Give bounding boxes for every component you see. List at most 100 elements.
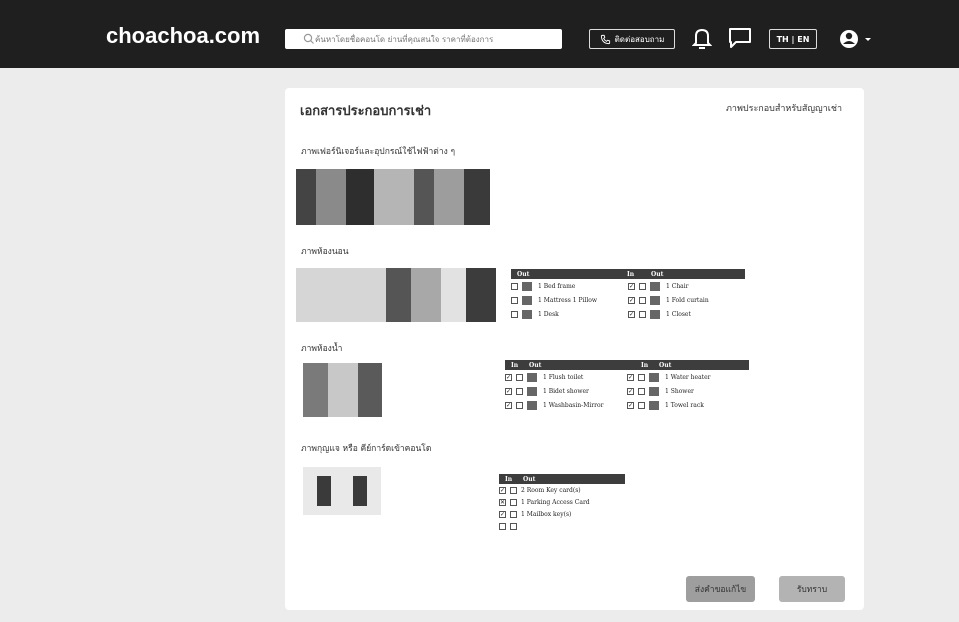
checkbox-out[interactable] [510,522,517,530]
keys-checklist: In Out ✓ 2 Room Key card(s) ✕ 1 Parking Ac… [499,474,625,536]
checkbox-in[interactable]: ✓ [627,373,634,381]
checklist-header-out: Out [517,270,530,278]
item-label: 1 Water heater [665,373,711,381]
checklist-row: ✓ 1 Mailbox key(s) [499,508,625,520]
checklist-row: ✓ 1 Shower [627,384,749,398]
item-icon [527,372,537,382]
checkbox-in[interactable]: ✓ [499,510,506,518]
item-label: 1 Parking Access Card [521,498,590,506]
checkbox-in[interactable]: ✓ [628,310,635,318]
item-label: 1 Desk [538,310,559,318]
item-label: 1 Washbasin-Mirror [543,401,604,409]
checklist-header-out: Out [651,270,664,278]
bell-icon[interactable] [692,26,712,50]
checklist-header-out: Out [529,361,542,369]
site-logo[interactable]: choachoa.com [106,23,260,49]
checkbox-out[interactable] [516,387,523,395]
checklist-row: ✕ 1 Parking Access Card [499,496,625,508]
item-label: 1 Flush toilet [543,373,584,381]
search-icon [303,33,314,44]
item-icon [650,309,660,319]
checkbox-in[interactable]: ✓ [628,296,635,304]
checkbox-in[interactable]: ✓ [505,401,512,409]
checkbox-out[interactable] [516,401,523,409]
checklist-row: 1 Desk [511,307,628,321]
checklist-row [499,520,625,532]
checklist-row: ✓ 1 Washbasin-Mirror [505,398,627,412]
checklist-row: 1 Mattress 1 Pillow [511,293,628,307]
checkbox-out[interactable] [516,373,523,381]
checklist-row: ✓ 1 Bidet shower [505,384,627,398]
item-label: 1 Mattress 1 Pillow [538,296,598,304]
chevron-down-icon [865,38,871,41]
checkbox-out[interactable] [510,486,517,494]
request-fix-button[interactable]: ส่งคำขอแก้ไข [686,576,755,602]
chat-icon[interactable] [728,27,752,49]
checklist-row: ✓ 1 Water heater [627,370,749,384]
checkbox-in[interactable]: ✓ [628,282,635,290]
checklist-header-in: In [627,270,635,278]
item-label: 1 Closet [666,310,691,318]
item-label: 1 Chair [666,282,689,290]
item-icon [527,400,537,410]
phone-icon [600,34,610,44]
item-label: 1 Bidet shower [543,387,589,395]
checkbox-out[interactable] [638,373,645,381]
checkbox-in[interactable]: ✓ [505,373,512,381]
language-toggle[interactable]: TH | EN [769,29,817,49]
bathroom-photo[interactable] [303,363,382,417]
acknowledge-button[interactable]: รับทราบ [779,576,845,602]
search-input[interactable] [315,31,562,47]
checkbox-in[interactable]: ✓ [499,486,506,494]
checkbox-in[interactable]: ✕ [499,498,506,506]
checklist-header-out: Out [523,475,536,483]
item-icon [522,295,532,305]
top-navbar: choachoa.com ติดต่อสอบถาม TH | EN [0,0,959,68]
checkbox-out[interactable] [511,296,518,304]
checkbox-out[interactable] [639,282,646,290]
item-icon [649,386,659,396]
checklist-header-in: In [505,475,513,483]
item-label: 1 Mailbox key(s) [521,510,572,518]
page-title: เอกสารประกอบการเช่า [300,104,432,119]
section-bathroom-title: ภาพห้องน้ำ [301,344,343,354]
item-label: 1 Fold curtain [666,296,709,304]
bedroom-photo[interactable] [296,268,496,322]
checklist-row: ✓ 1 Closet [628,307,745,321]
checkbox-out[interactable] [510,510,517,518]
checkbox-out[interactable] [510,498,517,506]
checklist-header-out: Out [659,361,672,369]
rental-documents-card: เอกสารประกอบการเช่า ภาพประกอบสำหรับสัญญา… [285,88,864,610]
user-menu-icon[interactable] [839,28,873,50]
checkbox-in[interactable]: ✓ [627,387,634,395]
page-subtitle: ภาพประกอบสำหรับสัญญาเช่า [725,104,842,114]
checkbox-out[interactable] [511,282,518,290]
item-label: 1 Bed frame [538,282,576,290]
item-label: 2 Room Key card(s) [521,486,581,494]
checkbox-out[interactable] [639,310,646,318]
checklist-row: ✓ 2 Room Key card(s) [499,484,625,496]
checkbox-in[interactable] [499,522,506,530]
search-bar[interactable] [285,29,562,49]
item-icon [650,295,660,305]
section-keys-title: ภาพกุญแจ หรือ คีย์การ์ดเข้าคอนโด [301,444,432,454]
checkbox-out[interactable] [639,296,646,304]
bedroom-checklist: Out In Out 1 Bed frame 1 Mattress 1 Pill… [511,269,745,321]
checklist-row: ✓ 1 Chair [628,279,745,293]
item-icon [650,281,660,291]
bathroom-checklist: In Out In Out ✓ 1 Flush toilet ✓ 1 Bidet s… [505,360,749,420]
furniture-photo[interactable] [296,169,490,225]
item-label: 1 Towel rack [665,401,704,409]
checkbox-out[interactable] [511,310,518,318]
item-label: 1 Shower [665,387,694,395]
keys-photo[interactable] [303,467,381,515]
item-icon [527,386,537,396]
checkbox-in[interactable]: ✓ [505,387,512,395]
checklist-row: ✓ 1 Fold curtain [628,293,745,307]
checkbox-in[interactable]: ✓ [627,401,634,409]
section-bedroom-title: ภาพห้องนอน [301,247,349,257]
contact-button[interactable]: ติดต่อสอบถาม [589,29,675,49]
checkbox-out[interactable] [638,387,645,395]
contact-label: ติดต่อสอบถาม [614,34,665,44]
checkbox-out[interactable] [638,401,645,409]
